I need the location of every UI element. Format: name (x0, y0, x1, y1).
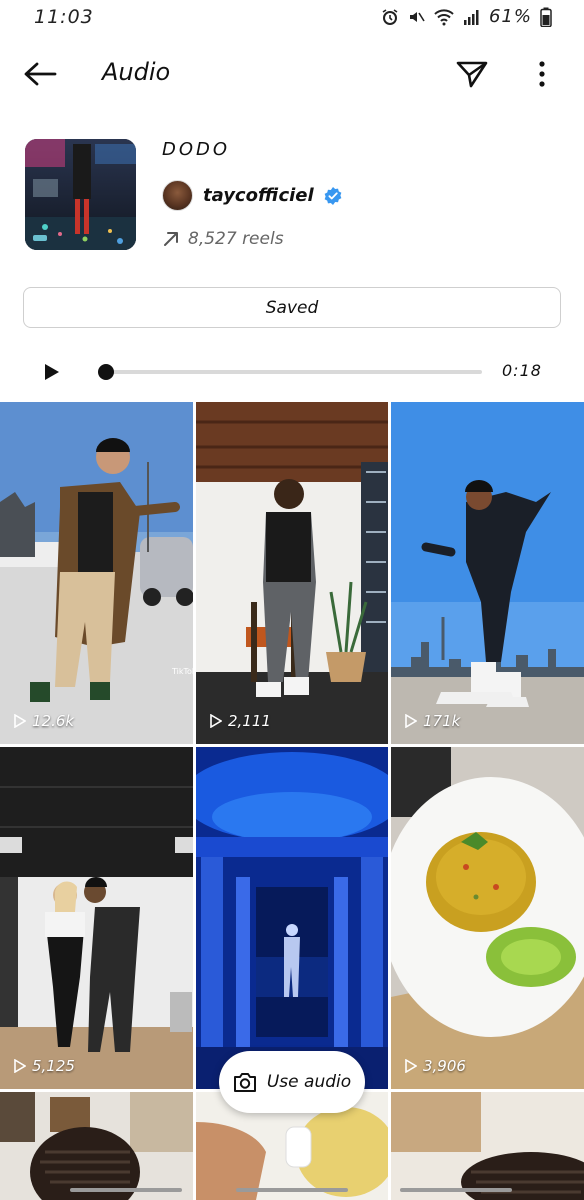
reel-thumbnail (391, 747, 584, 1089)
reel-views-count: 2,111 (228, 712, 271, 730)
mute-icon (409, 11, 425, 22)
reel-thumbnail (391, 402, 584, 744)
saved-button[interactable]: Saved (23, 287, 561, 328)
reel-views-count: 3,906 (423, 1057, 466, 1075)
back-button[interactable] (18, 56, 62, 92)
battery-percent: 61% (488, 6, 532, 27)
reel-tile[interactable] (0, 1092, 193, 1200)
status-bar: 11:03 61% (0, 0, 584, 36)
reel-views: 3,906 (405, 1057, 466, 1075)
reel-thumbnail (196, 402, 388, 744)
play-outline-icon (405, 1059, 417, 1073)
reel-thumbnail (0, 747, 193, 1089)
reel-thumbnail: TikTok (0, 402, 193, 744)
artist-name[interactable]: taycofficiel (203, 185, 314, 206)
wifi-icon (434, 8, 454, 25)
camera-icon (233, 1073, 256, 1092)
reel-views-count: 171k (423, 712, 461, 730)
use-audio-button[interactable]: Use audio (219, 1051, 365, 1113)
reel-tile[interactable]: TikTok 12.6k (0, 402, 193, 744)
verified-badge-icon (324, 186, 342, 205)
reel-tile[interactable]: 171k (391, 402, 584, 744)
reel-thumbnail (0, 1092, 193, 1200)
play-outline-icon (14, 714, 26, 728)
reel-views: 5,125 (14, 1057, 75, 1075)
gesture-bar (70, 1188, 182, 1192)
app-bar: Audio (0, 44, 584, 104)
reel-views: 12.6k (14, 712, 74, 730)
play-button[interactable] (40, 360, 64, 384)
reel-thumbnail (196, 747, 388, 1089)
reel-views: 2,111 (210, 712, 271, 730)
reel-tile[interactable] (391, 1092, 584, 1200)
reels-count: 8,527 reels (188, 229, 284, 249)
progress-bar[interactable] (98, 364, 482, 380)
status-time: 11:03 (34, 6, 94, 28)
gesture-bar (236, 1188, 348, 1192)
play-icon (45, 364, 59, 380)
battery-icon (540, 7, 552, 27)
reels-count-row: 8,527 reels (162, 229, 284, 249)
play-outline-icon (210, 714, 222, 728)
share-button[interactable] (452, 56, 492, 92)
reel-views: 171k (405, 712, 460, 730)
reel-views-count: 5,125 (32, 1057, 75, 1075)
track-title: DODO (162, 139, 231, 160)
reel-tile[interactable]: 5,125 (0, 747, 193, 1089)
album-art[interactable] (25, 139, 136, 250)
use-audio-label: Use audio (266, 1072, 352, 1092)
reel-tile[interactable] (196, 747, 388, 1089)
progress-knob[interactable] (98, 364, 114, 380)
play-outline-icon (14, 1059, 26, 1073)
artist-row[interactable]: taycofficiel (162, 180, 342, 211)
status-icons: 61% (381, 6, 552, 27)
duration: 0:18 (502, 361, 542, 380)
signal-icon (463, 9, 479, 25)
play-outline-icon (405, 714, 417, 728)
reel-tile[interactable]: 2,111 (196, 402, 388, 744)
reel-thumbnail (391, 1092, 584, 1200)
page-title: Audio (102, 58, 171, 86)
paper-plane-icon (456, 61, 488, 88)
more-options-button[interactable] (530, 56, 554, 92)
artist-avatar[interactable] (162, 180, 193, 211)
reel-views-count: 12.6k (32, 712, 75, 730)
arrow-left-icon (24, 62, 57, 86)
audio-player: 0:18 (0, 352, 584, 392)
reel-tile[interactable]: 3,906 (391, 747, 584, 1089)
more-vertical-icon (539, 61, 545, 87)
alarm-icon (382, 8, 398, 25)
tiktok-watermark: TikTok (171, 667, 193, 676)
trending-arrow-icon (164, 232, 178, 246)
gesture-bar (400, 1188, 512, 1192)
